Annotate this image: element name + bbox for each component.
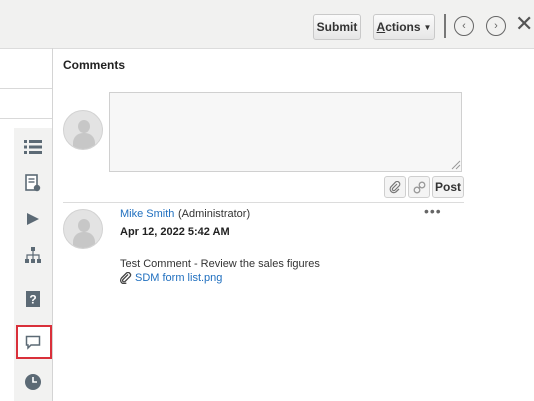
comment-author-role: (Administrator) [178,208,251,220]
comment-author-link[interactable]: Mike Smith [120,208,174,220]
add-link-button[interactable] [408,176,430,198]
close-icon[interactable]: ✕ [515,12,533,36]
comment-input[interactable] [109,92,462,172]
avatar [63,110,103,150]
svg-text:?: ? [29,293,36,307]
comment-icon[interactable] [23,332,43,352]
previous-icon[interactable]: ‹ [454,16,474,36]
paperclip-icon [389,180,401,193]
attachment-link[interactable]: SDM form list.png [120,272,222,284]
post-button[interactable]: Post [432,176,464,198]
panel-title: Comments [63,58,126,72]
next-icon[interactable]: › [486,16,506,36]
more-options-icon[interactable]: ••• [424,203,442,219]
submit-button[interactable]: Submit [313,14,361,40]
list-icon[interactable] [23,137,43,157]
caret-down-icon: ▼ [423,22,432,32]
comment-divider [63,202,464,203]
attachment-filename: SDM form list.png [135,272,223,284]
actions-label: ctions [385,20,421,34]
left-pane-divider [0,118,52,119]
clock-icon[interactable] [23,372,43,392]
toolbar-separator [444,14,446,38]
paperclip-icon [120,272,132,284]
attach-file-button[interactable] [384,176,406,198]
actions-menu-button[interactable]: Actions ▼ [373,14,435,40]
actions-label-mnemonic: A [376,20,386,34]
bell-icon[interactable] [23,209,43,229]
panel-divider [52,48,53,401]
resize-grip-icon[interactable] [451,160,461,170]
hierarchy-icon[interactable] [23,245,43,265]
left-pane-divider [0,88,52,89]
link-icon [413,181,425,193]
avatar [63,209,103,249]
document-icon[interactable] [23,173,43,193]
comment-text: Test Comment - Review the sales figures [120,258,320,270]
comment-date: Apr 12, 2022 5:42 AM [120,226,230,238]
help-icon[interactable]: ? [23,289,43,309]
